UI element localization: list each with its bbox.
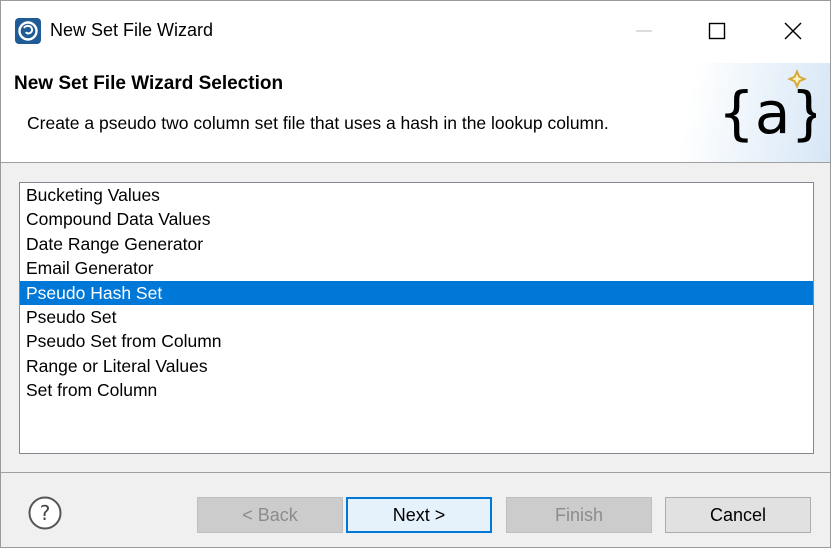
page-title: New Set File Wizard Selection [14,73,284,94]
wizard-logo-icon: {a} [718,69,816,147]
minimize-icon [636,30,652,32]
minimize-button[interactable] [621,9,667,53]
title-bar[interactable]: New Set File Wizard [1,1,830,63]
list-item[interactable]: Bucketing Values [20,183,813,207]
list-item[interactable]: Range or Literal Values [20,354,813,378]
next-button[interactable]: Next > [346,497,492,533]
svg-text:?: ? [40,501,51,525]
finish-button[interactable]: Finish [506,497,652,533]
list-item[interactable]: Set from Column [20,378,813,402]
maximize-icon [708,22,726,40]
footer-divider [1,472,830,473]
list-item[interactable]: Email Generator [20,256,813,280]
wizard-banner: New Set File Wizard Selection Create a p… [1,63,830,163]
list-item[interactable]: Date Range Generator [20,232,813,256]
wizard-logo-text: {a} [718,79,816,147]
wizard-type-list[interactable]: Bucketing Values Compound Data Values Date… [19,182,814,454]
close-button[interactable] [770,9,816,53]
list-item[interactable]: Pseudo Set from Column [20,329,813,353]
list-item[interactable]: Compound Data Values [20,207,813,231]
close-icon [784,22,802,40]
help-icon[interactable]: ? [27,495,63,531]
list-item[interactable]: Pseudo Set [20,305,813,329]
list-item[interactable]: Pseudo Hash Set [20,280,813,305]
app-icon [15,18,41,44]
wizard-window: New Set File Wizard New Set File Wizard … [0,0,831,548]
maximize-button[interactable] [694,9,740,53]
page-description: Create a pseudo two column set file that… [27,113,609,133]
cancel-button[interactable]: Cancel [665,497,811,533]
back-button[interactable]: < Back [197,497,343,533]
window-title: New Set File Wizard [50,20,214,40]
